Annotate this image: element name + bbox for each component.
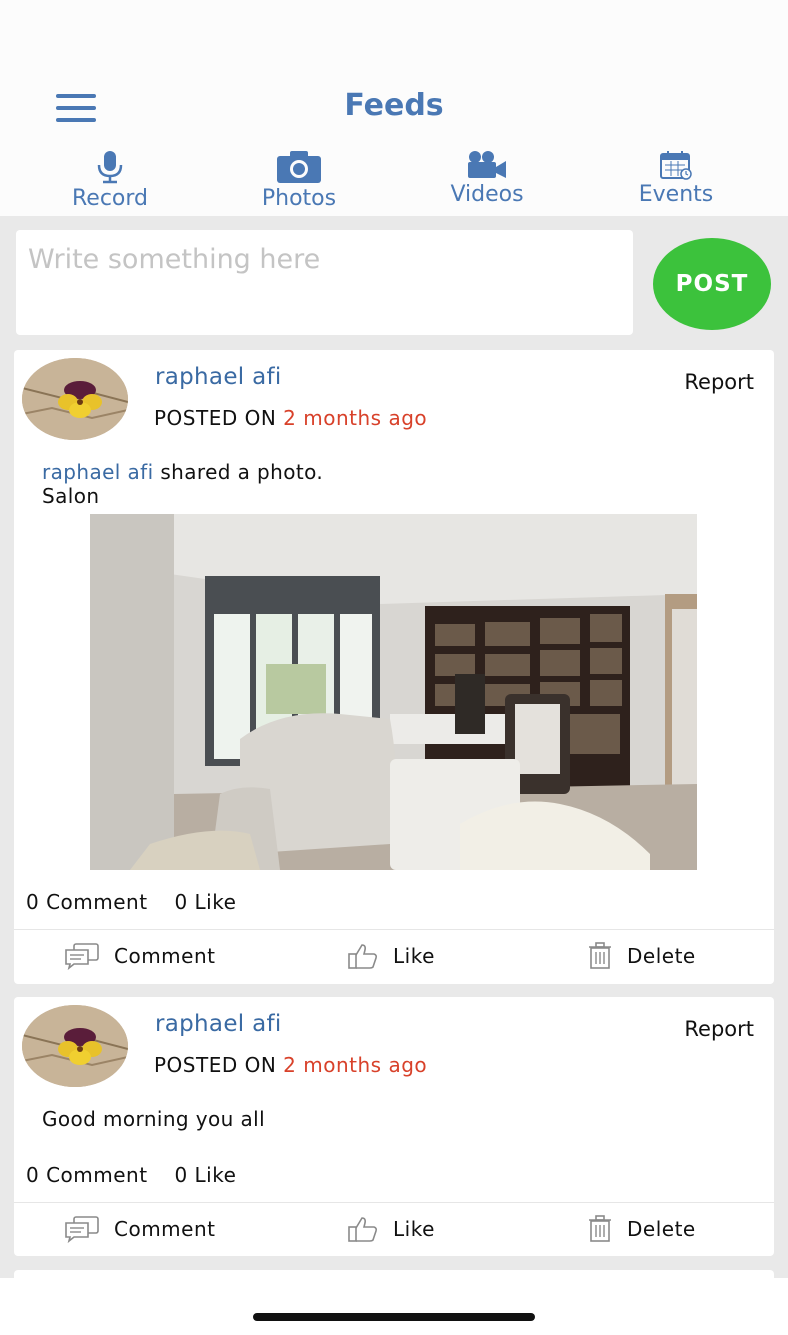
tab-photos[interactable]: Photos <box>234 150 364 212</box>
post-timestamp: POSTED ON 2 months ago <box>154 406 427 430</box>
report-button[interactable]: Report <box>684 370 754 394</box>
divider <box>14 929 774 930</box>
delete-button[interactable]: Delete <box>587 942 696 970</box>
thumbs-up-icon <box>348 944 378 969</box>
like-count: 0 Like <box>174 890 237 914</box>
trash-icon <box>589 1215 611 1242</box>
comment-icon <box>65 1216 99 1243</box>
posted-on-label: POSTED ON <box>154 1053 277 1077</box>
post-share-line: raphael afi shared a photo. <box>42 460 323 484</box>
delete-label: Delete <box>627 1217 696 1241</box>
tab-record[interactable]: Record <box>45 150 175 212</box>
post-time: 2 months ago <box>283 406 428 430</box>
tab-events-label: Events <box>638 182 714 207</box>
calendar-icon <box>660 151 692 180</box>
post-text: Good morning you all <box>42 1107 266 1131</box>
comment-label: Comment <box>114 1217 216 1241</box>
tab-videos-label: Videos <box>450 182 524 207</box>
header: Feeds Record Photos Videos Events <box>0 0 788 216</box>
microphone-icon <box>97 151 123 184</box>
like-label: Like <box>393 944 435 968</box>
camera-icon <box>277 151 321 183</box>
post-stats: 0 Comment 0 Like <box>26 1163 256 1187</box>
comment-button[interactable]: Comment <box>64 1215 216 1243</box>
home-indicator[interactable] <box>253 1313 535 1321</box>
comment-label: Comment <box>114 944 216 968</box>
like-button[interactable]: Like <box>347 942 435 970</box>
avatar[interactable] <box>22 1005 128 1087</box>
tab-record-label: Record <box>71 186 148 211</box>
share-text: shared a photo. <box>160 460 324 484</box>
share-author-link[interactable]: raphael afi <box>42 460 154 484</box>
page-title: Feeds <box>344 88 444 123</box>
post-stats: 0 Comment 0 Like <box>26 890 256 914</box>
post-photo[interactable] <box>90 514 697 870</box>
comment-count: 0 Comment <box>26 890 148 914</box>
post-caption: Salon <box>42 484 100 508</box>
comment-button[interactable]: Comment <box>64 942 216 970</box>
post-time: 2 months ago <box>283 1053 428 1077</box>
tab-photos-label: Photos <box>261 186 337 211</box>
like-label: Like <box>393 1217 435 1241</box>
tab-videos[interactable]: Videos <box>422 150 552 212</box>
comment-count: 0 Comment <box>26 1163 148 1187</box>
like-button[interactable]: Like <box>347 1215 435 1243</box>
posted-on-label: POSTED ON <box>154 406 277 430</box>
report-button[interactable]: Report <box>684 1017 754 1041</box>
delete-button[interactable]: Delete <box>587 1215 696 1243</box>
post-text-input[interactable] <box>16 230 633 289</box>
media-tabs: Record Photos Videos Events <box>0 150 788 212</box>
avatar[interactable] <box>22 358 128 440</box>
bottom-bar <box>0 1278 788 1335</box>
post-composer <box>16 230 633 335</box>
delete-label: Delete <box>627 944 696 968</box>
divider <box>14 1202 774 1203</box>
post-author[interactable]: raphael afi <box>155 1011 282 1037</box>
trash-icon <box>589 942 611 969</box>
post-author[interactable]: raphael afi <box>155 364 282 390</box>
comment-icon <box>65 943 99 970</box>
like-count: 0 Like <box>174 1163 237 1187</box>
feed-post: raphael afi Report POSTED ON 2 months ag… <box>14 350 774 984</box>
video-camera-icon <box>468 151 506 178</box>
tab-events[interactable]: Events <box>611 150 741 212</box>
post-timestamp: POSTED ON 2 months ago <box>154 1053 427 1077</box>
thumbs-up-icon <box>348 1217 378 1242</box>
post-button[interactable]: POST <box>653 238 771 330</box>
feed-post: raphael afi Report POSTED ON 2 months ag… <box>14 997 774 1256</box>
feeds-screen: Feeds Record Photos Videos Events Write … <box>0 0 788 1335</box>
